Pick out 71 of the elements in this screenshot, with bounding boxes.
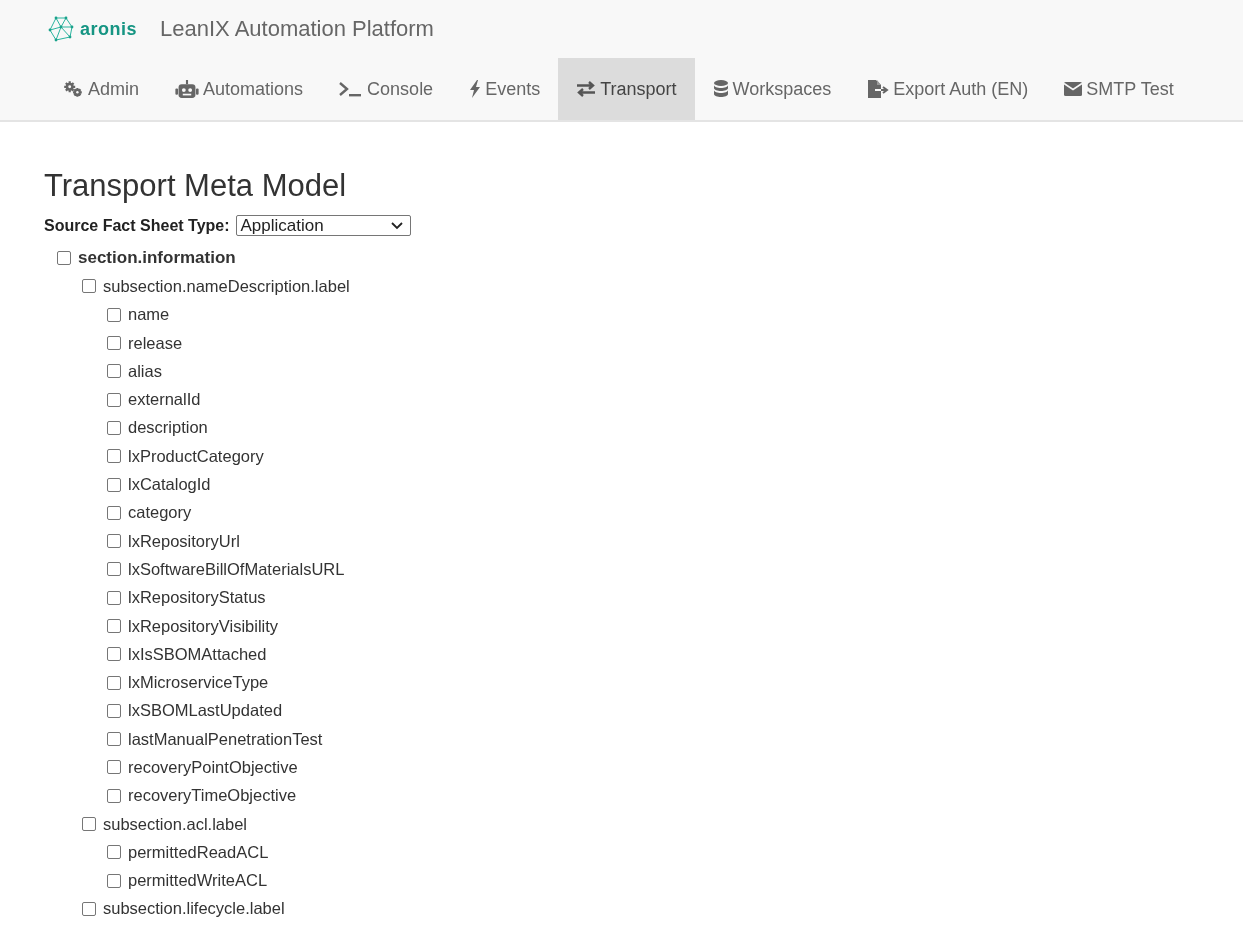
- field-label: Source Fact Sheet Type:: [44, 216, 230, 235]
- tree-item-label: lxProductCategory: [128, 446, 264, 466]
- app-title: LeanIX Automation Platform: [160, 16, 434, 42]
- nav-tab[interactable]: Automations: [157, 58, 322, 120]
- fact-sheet-type-dropdown[interactable]: Application: [235, 215, 411, 236]
- nav-tab[interactable]: Admin: [44, 58, 158, 120]
- checkbox[interactable]: [82, 817, 96, 832]
- checkbox[interactable]: [107, 845, 121, 860]
- checkbox[interactable]: [107, 675, 121, 690]
- swap-arrows-icon: [576, 81, 597, 97]
- tree-item-label: lxMicroserviceType: [128, 673, 269, 693]
- checkbox[interactable]: [107, 477, 121, 492]
- tree-item-label: lxRepositoryStatus: [128, 588, 266, 608]
- tree-item-label: externalId: [128, 390, 201, 410]
- checkbox[interactable]: [107, 619, 121, 633]
- tree-item-label: release: [128, 333, 183, 353]
- file-export-icon: [867, 80, 890, 98]
- checkbox[interactable]: [107, 873, 121, 888]
- database-icon: [712, 80, 729, 98]
- checkbox[interactable]: [107, 788, 121, 803]
- checkbox[interactable]: [107, 590, 121, 605]
- caret-icon: [390, 221, 403, 230]
- checkbox[interactable]: [57, 251, 71, 266]
- checkbox[interactable]: [82, 901, 96, 916]
- checkbox[interactable]: [107, 420, 121, 435]
- tree-item-label: description: [128, 418, 208, 438]
- tree-item-label: alias: [128, 361, 162, 381]
- checkbox[interactable]: [107, 364, 121, 379]
- checkbox[interactable]: [107, 449, 121, 464]
- tree-item-label: section.information: [78, 248, 236, 269]
- tree-item-label: lxSoftwareBillOfMaterialsURL: [128, 559, 345, 579]
- checkbox[interactable]: [107, 534, 121, 549]
- envelope-icon: [1064, 82, 1083, 96]
- nav-tab[interactable]: Console: [321, 58, 452, 120]
- tree-item-label: permittedReadACL: [128, 842, 269, 862]
- tree-item-label: lxRepositoryUrl: [128, 531, 240, 551]
- checkbox[interactable]: [107, 732, 121, 747]
- tree-item-label: subsection.lifecycle.label: [103, 899, 285, 919]
- tree-item-label: lxRepositoryVisibility: [128, 616, 279, 636]
- nav-tab[interactable]: Events: [451, 58, 559, 120]
- tree-item-label: recoveryPointObjective: [128, 758, 298, 777]
- checkbox[interactable]: [107, 703, 121, 718]
- network-logo-icon: [48, 16, 74, 42]
- tree-item-label: recoveryTimeObjective: [128, 786, 297, 806]
- gears-icon: [62, 80, 84, 98]
- tree-item-label: subsection.nameDescription.label: [103, 276, 350, 296]
- nav-tab[interactable]: Export Auth (EN): [849, 58, 1047, 120]
- page-heading: Transport Meta Model: [44, 168, 348, 204]
- tree-item-label: name: [128, 305, 170, 325]
- tree-item-label: lastManualPenetrationTest: [128, 729, 323, 749]
- tree-item-label: lxCatalogId: [128, 475, 211, 494]
- checkbox[interactable]: [82, 279, 96, 294]
- nav-tab[interactable]: Transport: [558, 58, 695, 120]
- logo-text: aronis: [80, 18, 138, 40]
- checkbox[interactable]: [107, 760, 121, 775]
- tree-item-label: permittedWriteACL: [128, 871, 268, 891]
- checkbox[interactable]: [107, 392, 121, 407]
- tree-item-label: lxSBOMLastUpdated: [128, 701, 283, 721]
- terminal-icon: [339, 81, 364, 97]
- tree-item-label: subsection.acl.label: [103, 814, 247, 834]
- checkbox[interactable]: [107, 647, 121, 662]
- robot-icon: [175, 79, 200, 99]
- lightning-icon: [469, 80, 482, 98]
- checkbox[interactable]: [107, 307, 121, 322]
- checkbox[interactable]: [107, 336, 121, 351]
- checkbox[interactable]: [107, 562, 121, 577]
- nav-tab[interactable]: Workspaces: [694, 58, 850, 120]
- tree-item-label: category: [128, 503, 192, 523]
- checkbox[interactable]: [107, 505, 121, 520]
- tree-item-label: lxIsSBOMAttached: [128, 644, 267, 664]
- nav-tab[interactable]: SMTP Test: [1046, 58, 1192, 120]
